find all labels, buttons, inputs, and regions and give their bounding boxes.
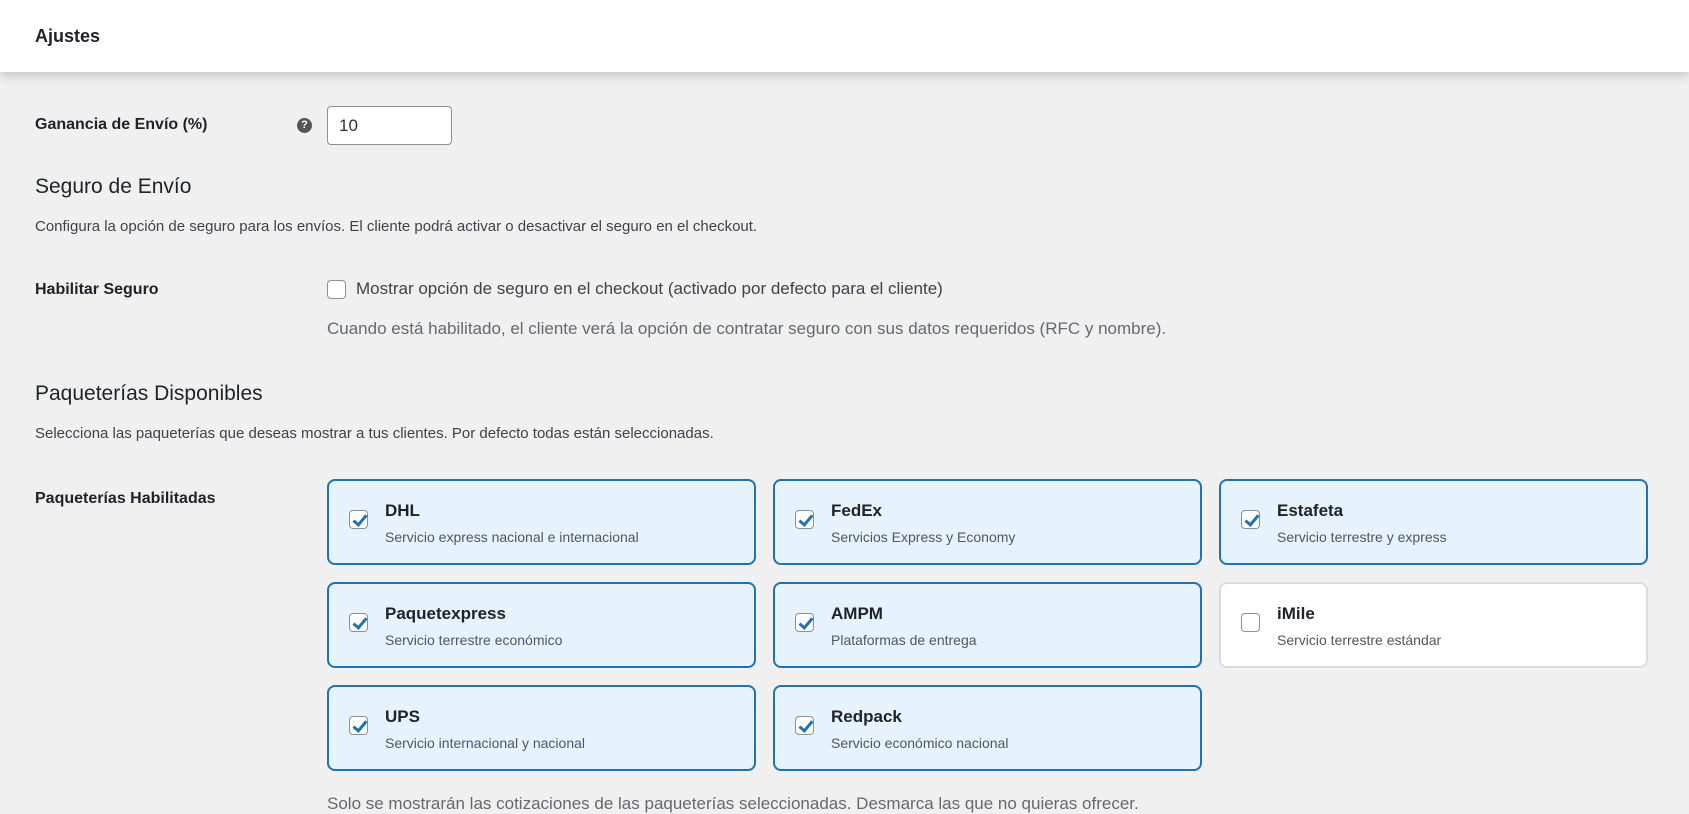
carrier-description: Servicio terrestre y express: [1277, 529, 1447, 545]
carrier-description: Servicio express nacional e internaciona…: [385, 529, 639, 545]
carriers-description: Selecciona las paqueterías que deseas mo…: [35, 425, 714, 442]
carrier-name: DHL: [385, 501, 420, 520]
carrier-card-paquetexpress[interactable]: Paquetexpress Servicio terrestre económi…: [327, 582, 756, 668]
carrier-name: Paquetexpress: [385, 604, 506, 623]
carriers-footer-note: Solo se mostrarán las cotizaciones de la…: [327, 794, 1139, 813]
profit-label: Ganancia de Envío (%): [35, 116, 208, 133]
carrier-checkbox[interactable]: [349, 613, 368, 632]
carrier-description: Servicio terrestre estándar: [1277, 632, 1442, 648]
carrier-description: Servicio terrestre económico: [385, 632, 563, 648]
carrier-card-ampm[interactable]: AMPM Plataformas de entrega: [773, 582, 1202, 668]
page-title: Ajustes: [35, 26, 101, 46]
carrier-name: FedEx: [831, 501, 883, 520]
enabled-carriers-label: Paqueterías Habilitadas: [35, 490, 216, 507]
carrier-checkbox[interactable]: [349, 510, 368, 529]
insurance-note: Cuando está habilitado, el cliente verá …: [327, 319, 1167, 338]
profit-input[interactable]: [327, 106, 452, 145]
carrier-card-estafeta[interactable]: Estafeta Servicio terrestre y express: [1219, 479, 1648, 565]
carrier-checkbox[interactable]: [349, 716, 368, 735]
carrier-checkbox[interactable]: [1241, 613, 1260, 632]
insurance-checkbox[interactable]: [327, 279, 346, 299]
carrier-name: AMPM: [831, 604, 883, 623]
insurance-checkbox-label: Mostrar opción de seguro en el checkout …: [356, 279, 943, 298]
page-header: Ajustes: [0, 0, 1689, 72]
insurance-option[interactable]: Mostrar opción de seguro en el checkout …: [327, 279, 943, 299]
carrier-card-redpack[interactable]: Redpack Servicio económico nacional: [773, 685, 1202, 771]
help-icon[interactable]: ?: [297, 118, 312, 133]
carrier-grid: DHL Servicio express nacional e internac…: [327, 479, 1648, 771]
carrier-card-ups[interactable]: UPS Servicio internacional y nacional: [327, 685, 756, 771]
carrier-name: iMile: [1277, 604, 1315, 623]
carrier-name: Estafeta: [1277, 501, 1344, 520]
carrier-checkbox[interactable]: [795, 510, 814, 529]
insurance-heading: Seguro de Envío: [35, 175, 192, 198]
carrier-name: Redpack: [831, 707, 902, 726]
carrier-description: Servicio económico nacional: [831, 735, 1009, 751]
carrier-card-fedex[interactable]: FedEx Servicios Express y Economy: [773, 479, 1202, 565]
carrier-card-dhl[interactable]: DHL Servicio express nacional e internac…: [327, 479, 756, 565]
carrier-description: Servicios Express y Economy: [831, 529, 1016, 545]
carriers-heading: Paqueterías Disponibles: [35, 382, 263, 405]
carrier-description: Servicio internacional y nacional: [385, 735, 585, 751]
carrier-checkbox[interactable]: [795, 716, 814, 735]
carrier-card-imile[interactable]: iMile Servicio terrestre estándar: [1219, 582, 1648, 668]
carrier-checkbox[interactable]: [1241, 510, 1260, 529]
carrier-name: UPS: [385, 707, 420, 726]
insurance-description: Configura la opción de seguro para los e…: [35, 218, 758, 235]
enable-insurance-label: Habilitar Seguro: [35, 281, 159, 298]
carrier-checkbox[interactable]: [795, 613, 814, 632]
carrier-description: Plataformas de entrega: [831, 632, 977, 648]
